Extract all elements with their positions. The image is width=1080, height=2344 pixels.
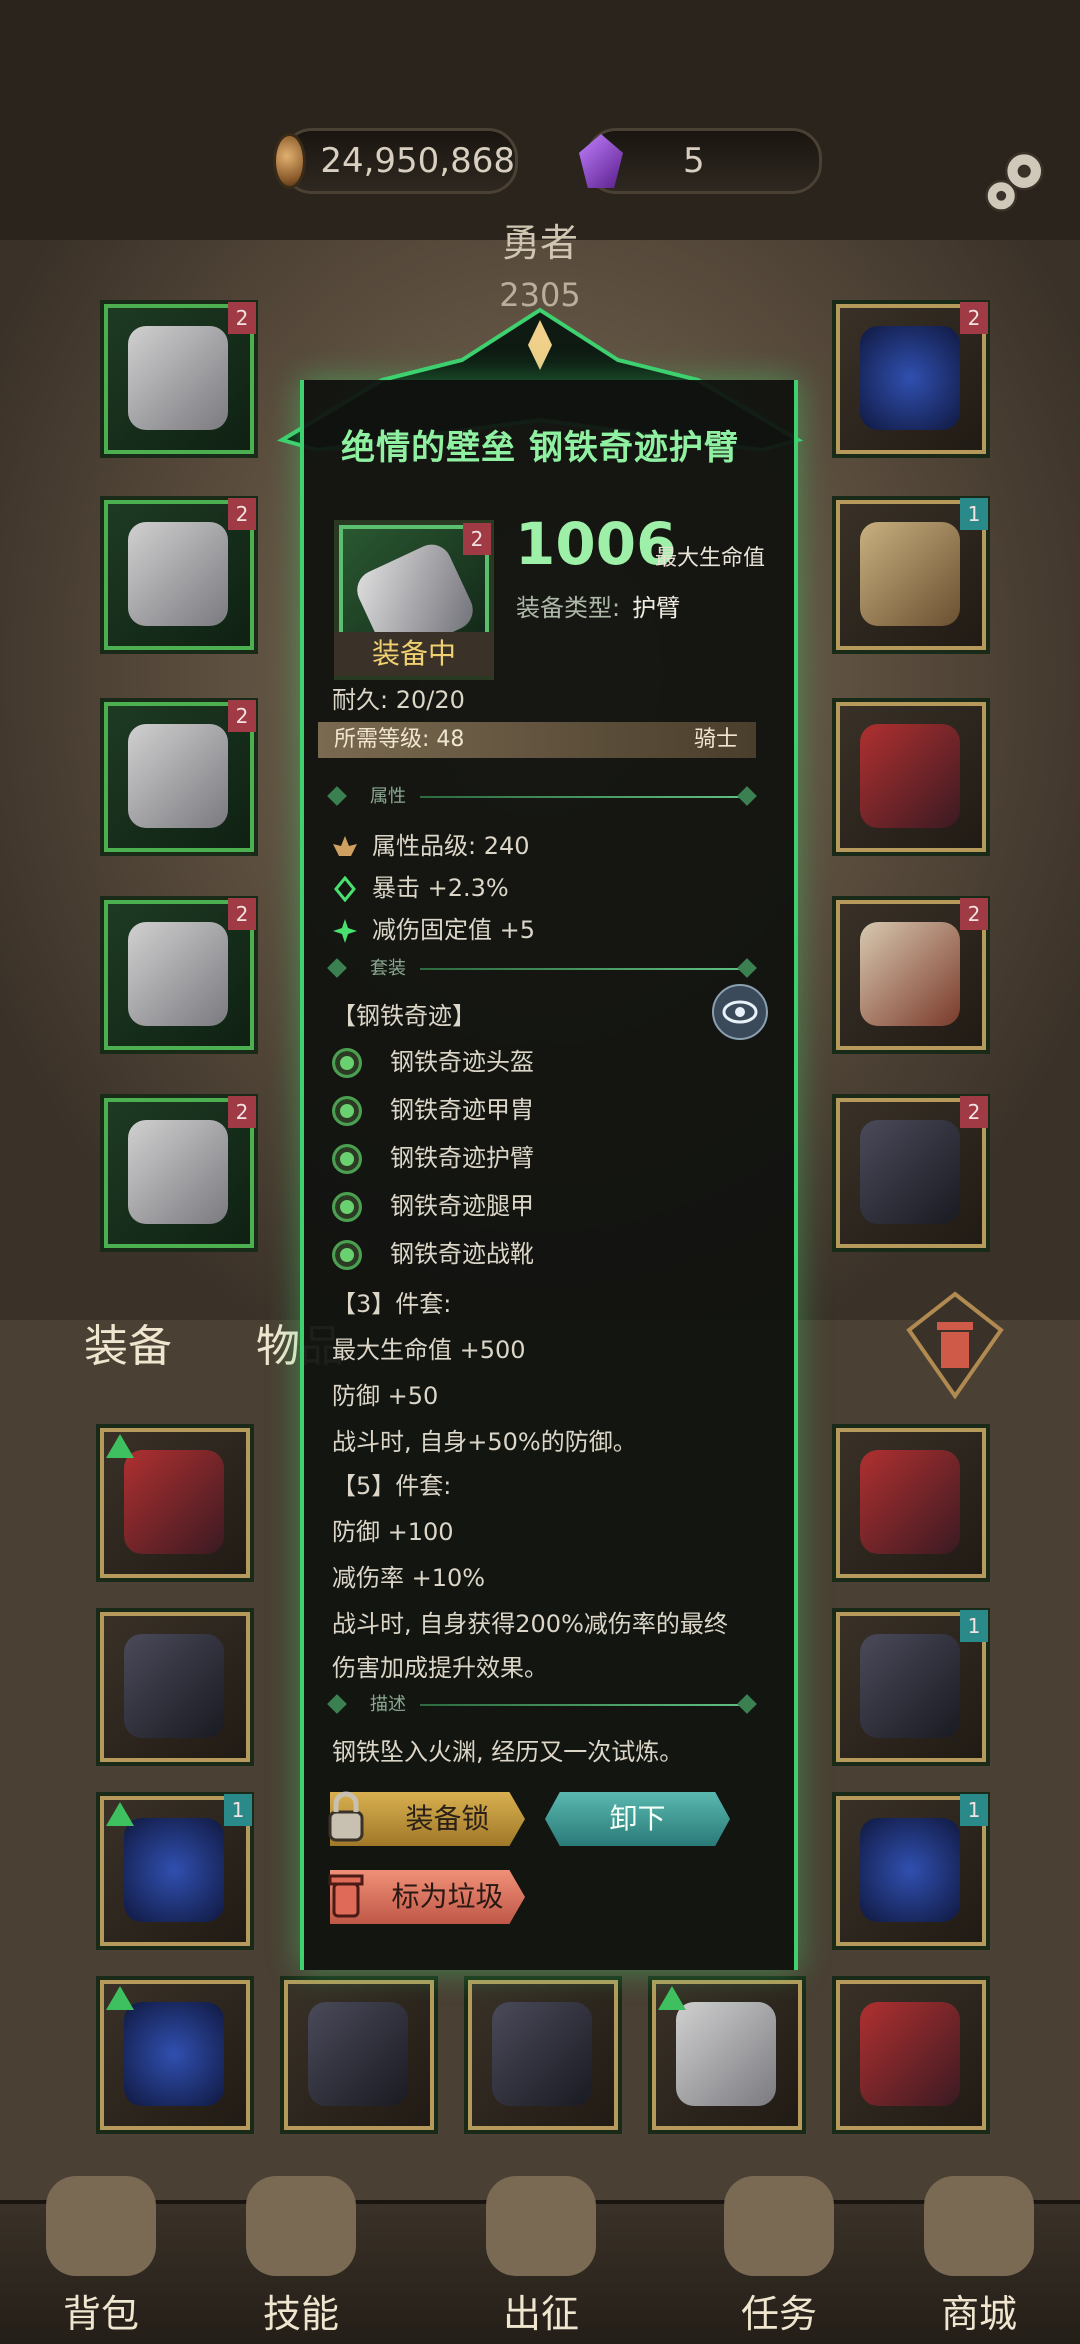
section-description: 描述 [327,1690,760,1720]
purple-crystal-icon [579,134,623,188]
skill-book-icon [246,2176,356,2276]
helmet-slot[interactable]: 2 [100,300,258,458]
gold-value: 24,950,868 [320,141,515,181]
lock-icon [328,1791,364,1842]
required-level-bar: 所需等级: 48 骑士 [318,722,756,758]
durability: 耐久: 20/20 [332,686,465,714]
trash-icon[interactable] [905,1290,1005,1400]
glove-slot[interactable]: 1 [832,496,990,654]
gem-counter: 5 [579,128,822,194]
set-piece: 钢铁奇迹战靴 [332,1234,534,1270]
set5-line: 战斗时, 自身获得200%减伤率的最终 [332,1610,728,1638]
inventory-item[interactable]: 1 [96,1792,254,1950]
inventory-item[interactable] [832,1424,990,1582]
necklace-slot[interactable]: 2 [832,300,990,458]
set3-line: 最大生命值 +500 [332,1336,526,1364]
inventory-item[interactable] [648,1976,806,2134]
cloak-slot[interactable]: 2 [832,1094,990,1252]
inventory-item[interactable] [464,1976,622,2134]
class-label: 骑士 [693,727,738,752]
nav-backpack[interactable]: 背包 [26,2176,176,2338]
trash-bin-icon [328,1874,364,1918]
inventory-item[interactable] [96,1976,254,2134]
map-icon [486,2176,596,2276]
attr-crit: 暴击 +2.3% [332,868,509,903]
section-attributes: 属性 [327,782,760,812]
set5-header: 【5】件套: [332,1472,452,1500]
equipment-type: 装备类型: 护臂 [516,594,681,622]
backpack-icon [46,2176,156,2276]
attr-reduction: 减伤固定值 +5 [332,910,535,945]
shop-crown-icon [924,2176,1034,2276]
bracer-slot[interactable]: 2 [100,698,258,856]
gold-counter: 24,950,868 [273,128,518,194]
main-stat-value: 1006 [515,510,677,578]
weapon-slot[interactable]: 2 [832,896,990,1054]
set-piece: 钢铁奇迹甲胄 [332,1090,534,1126]
inventory-tabs: 装备 物品 [40,1310,344,1374]
nav-skills[interactable]: 技能 [226,2176,376,2338]
lotus-icon [333,836,357,856]
main-stat-label: 最大生命值 [655,546,766,571]
set3-header: 【3】件套: [332,1290,452,1318]
inventory-item[interactable] [96,1424,254,1582]
set5-line: 伤害加成提升效果。 [332,1654,548,1682]
inventory-item[interactable]: 1 [832,1792,990,1950]
required-level: 所需等级: 48 [334,727,465,752]
unequip-button[interactable]: 卸下 [545,1792,730,1846]
boots-slot[interactable]: 2 [100,1094,258,1252]
tab-equipment[interactable]: 装备 [84,1321,172,1372]
inventory-item[interactable] [96,1608,254,1766]
eye-icon[interactable] [712,984,768,1040]
set3-line: 战斗时, 自身+50%的防御。 [332,1428,637,1456]
set-piece: 钢铁奇迹头盔 [332,1042,534,1078]
horn-icon [724,2176,834,2276]
coin-icon [273,133,307,189]
armor-slot[interactable]: 2 [100,496,258,654]
inventory-item[interactable]: 1 [832,1608,990,1766]
item-description: 钢铁坠入火渊, 经历又一次试炼。 [332,1738,684,1766]
sparkle-icon [333,919,357,943]
set-name: 【钢铁奇迹】 [332,1002,476,1030]
nav-shop[interactable]: 商城 [904,2176,1054,2338]
shoulder-slot[interactable] [832,698,990,856]
nav-tasks[interactable]: 任务 [704,2176,854,2338]
inventory-item[interactable] [280,1976,438,2134]
set3-line: 防御 +50 [332,1382,439,1410]
item-title: 绝情的壁垒 钢铁奇迹护臂 [341,428,739,468]
crit-icon [334,876,356,902]
gem-value: 5 [683,141,705,181]
equipped-label: 装备中 [334,632,494,676]
leg-slot[interactable]: 2 [100,896,258,1054]
nav-expedition[interactable]: 出征 [466,2176,616,2338]
set5-line: 减伤率 +10% [332,1564,486,1592]
set-piece: 钢铁奇迹护臂 [332,1138,534,1174]
set-piece: 钢铁奇迹腿甲 [332,1186,534,1222]
hero-name: 勇者 [501,221,578,265]
attr-grade: 属性品级: 240 [332,826,530,861]
set5-line: 防御 +100 [332,1518,454,1546]
inventory-item[interactable] [832,1976,990,2134]
bottom-nav: 背包 技能 出征 任务 商城 [0,2176,1080,2344]
section-set: 套装 [327,954,760,984]
gear-icon[interactable] [975,140,1057,222]
